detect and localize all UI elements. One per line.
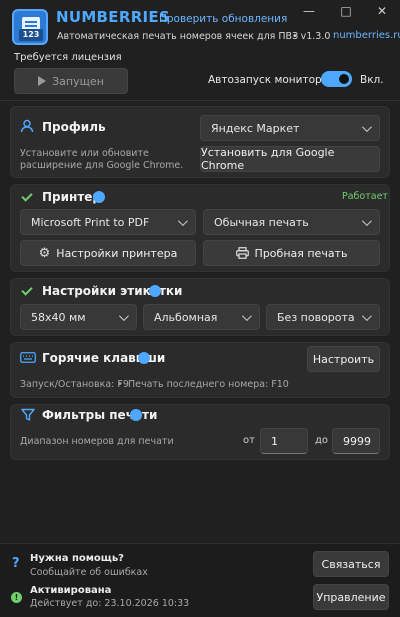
app-version: • v1.3.0 [292, 31, 331, 42]
activation-status-icon: ! [11, 592, 22, 603]
range-from-label: от [243, 435, 255, 446]
chevron-down-icon [361, 310, 372, 321]
range-to-input[interactable]: 9999 [332, 428, 380, 454]
contact-button[interactable]: Связаться [313, 551, 389, 577]
filter-icon [21, 408, 35, 421]
play-icon [38, 76, 47, 86]
printer-status: Работает [342, 191, 388, 202]
help-title: Нужна помощь? [30, 553, 124, 564]
info-icon[interactable] [149, 285, 161, 297]
autostart-state: Вкл. [360, 74, 384, 86]
chevron-down-icon [241, 310, 252, 321]
chevron-down-icon [118, 310, 129, 321]
header-divider [0, 100, 400, 101]
printer-settings-button[interactable]: ⚙ Настройки принтера [20, 240, 196, 266]
profile-hint: Установите или обновите расширение для G… [20, 148, 184, 171]
print-mode-select[interactable]: Обычная печать [203, 209, 380, 235]
hotkey-separator: • [117, 379, 123, 390]
profile-title: Профиль [42, 120, 106, 134]
label-size-select[interactable]: 58x40 мм [20, 304, 137, 330]
printer-select[interactable]: Microsoft Print to PDF [20, 209, 196, 235]
help-icon: ? [12, 556, 20, 571]
run-button[interactable]: Запущен [14, 68, 128, 94]
configure-hotkeys-button[interactable]: Настроить [307, 346, 380, 372]
app-logo-icon: 123 [12, 9, 48, 45]
gear-icon: ⚙ [38, 245, 51, 261]
marketplace-select[interactable]: Яндекс Маркет [200, 115, 380, 141]
autostart-toggle[interactable] [321, 71, 352, 87]
hotkey-reprint: Печать последнего номера: F10 [128, 379, 289, 390]
maximize-button[interactable]: □ [334, 4, 358, 18]
check-updates-link[interactable]: Проверить обновления [159, 13, 287, 25]
minimize-button[interactable]: — [297, 4, 321, 18]
chevron-down-icon [177, 215, 188, 226]
test-print-button[interactable]: Пробная печать [203, 240, 380, 266]
label-settings-title: Настройки этикетки [42, 284, 183, 298]
range-to-label: до [315, 435, 329, 446]
help-subtitle: Сообщайте об ошибках [30, 567, 148, 578]
activation-valid-until: Действует до: 23.10.2026 10:33 [30, 598, 190, 609]
manage-button[interactable]: Управление [313, 584, 389, 610]
close-button[interactable]: ✕ [370, 4, 394, 18]
site-link[interactable]: numberries.ru [333, 30, 400, 41]
license-status: Требуется лицензия [14, 52, 122, 63]
app-subtitle: Автоматическая печать номеров ячеек для … [57, 31, 299, 42]
keyboard-icon [20, 352, 36, 363]
hotkey-start-stop: Запуск/Остановка: F9 [20, 379, 129, 390]
range-from-input[interactable]: 1 [260, 428, 308, 454]
orientation-select[interactable]: Альбомная [143, 304, 260, 330]
chevron-down-icon [361, 121, 372, 132]
app-name: NUMBERRIES [56, 8, 171, 26]
info-icon[interactable] [93, 191, 105, 203]
rotation-select[interactable]: Без поворота [266, 304, 380, 330]
install-chrome-button[interactable]: Установить для Google Chrome [200, 146, 380, 172]
chevron-down-icon [361, 215, 372, 226]
range-label: Диапазон номеров для печати [20, 436, 174, 447]
printer-icon [235, 247, 249, 259]
info-icon[interactable] [130, 409, 142, 421]
user-icon [20, 119, 34, 133]
activation-title: Активирована [30, 585, 112, 596]
info-icon[interactable] [138, 352, 150, 364]
